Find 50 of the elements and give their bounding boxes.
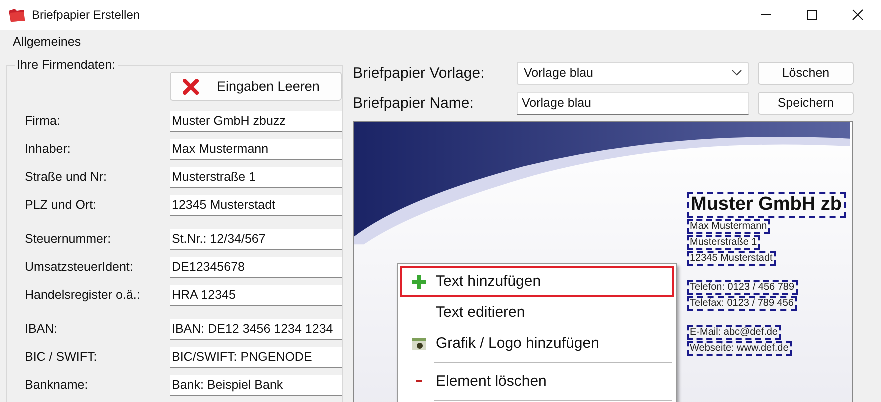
name-field[interactable]: Vorlage blau xyxy=(517,92,749,114)
field-label: PLZ und Ort: xyxy=(25,198,98,212)
field-label: Firma: xyxy=(25,114,62,128)
folder-icon xyxy=(8,7,26,23)
cross-icon xyxy=(183,78,199,94)
field-label: Steuernummer: xyxy=(25,232,112,246)
text-element[interactable]: 12345 Musterstadt xyxy=(687,251,776,266)
maximize-icon xyxy=(806,9,818,21)
field-label: Handelsregister o.ä.: xyxy=(25,288,142,302)
text-field[interactable]: DE12345678 xyxy=(170,256,342,278)
menu-item[interactable]: Text hinzufügen xyxy=(400,266,674,297)
clear-button[interactable]: Eingaben Leeren xyxy=(170,72,342,101)
field-label: Straße und Nr: xyxy=(25,170,108,184)
close-icon xyxy=(852,9,864,21)
minus-icon xyxy=(415,380,423,383)
delete-button[interactable]: Löschen xyxy=(758,62,854,84)
field-label: BIC / SWIFT: xyxy=(25,350,98,364)
menu-item[interactable]: Text editieren xyxy=(400,297,674,328)
text-field[interactable]: Muster GmbH zbuzz xyxy=(170,110,342,132)
plus-icon xyxy=(412,274,426,288)
template-dropdown[interactable]: Vorlage blau xyxy=(517,62,749,84)
text-field[interactable]: IBAN: DE12 3456 1234 1234 xyxy=(170,318,342,340)
field-label: Bankname: xyxy=(25,378,90,392)
text-element[interactable]: Muster GmbH zb xyxy=(687,192,846,218)
chevron-icon xyxy=(732,70,742,76)
text-element[interactable]: Telefon: 0123 / 456 789 xyxy=(687,280,798,295)
text-element[interactable]: E-Mail: abc@def.de xyxy=(687,325,781,340)
text-field[interactable]: St.Nr.: 12/34/567 xyxy=(170,228,342,250)
text-field[interactable]: 12345 Musterstadt xyxy=(170,194,342,216)
text-field[interactable]: BIC/SWIFT: PNGENODE xyxy=(170,346,342,368)
group-title: Ihre Firmendaten: xyxy=(16,58,117,72)
text-element[interactable]: Musterstraße 1 xyxy=(687,235,760,250)
text-field[interactable]: Max Mustermann xyxy=(170,138,342,160)
field-label: Inhaber: xyxy=(25,142,72,156)
field-label: IBAN: xyxy=(25,322,59,336)
text-element[interactable]: Max Mustermann xyxy=(687,219,770,234)
text-element[interactable]: Webseite: www.def.de xyxy=(687,341,792,356)
window-title: Briefpapier Erstellen xyxy=(32,8,140,22)
menu-item[interactable]: Grafik / Logo hinzufügen xyxy=(400,328,674,359)
text-field[interactable]: HRA 12345 xyxy=(170,284,342,306)
field-label: UmsatzsteuerIdent: xyxy=(25,260,134,274)
field-label: Briefpapier Name: xyxy=(353,94,475,112)
image-icon xyxy=(412,338,426,350)
text-field[interactable]: Bank: Beispiel Bank xyxy=(170,374,342,396)
field-label: Briefpapier Vorlage: xyxy=(353,64,486,82)
save-button[interactable]: Speichern xyxy=(758,92,854,114)
menu-item[interactable]: Element löschen xyxy=(400,366,674,397)
menu-item[interactable]: Allgemeines xyxy=(7,35,88,49)
text-field[interactable]: Musterstraße 1 xyxy=(170,166,342,188)
text-element[interactable]: Telefax: 0123 / 789 456 xyxy=(687,296,797,311)
